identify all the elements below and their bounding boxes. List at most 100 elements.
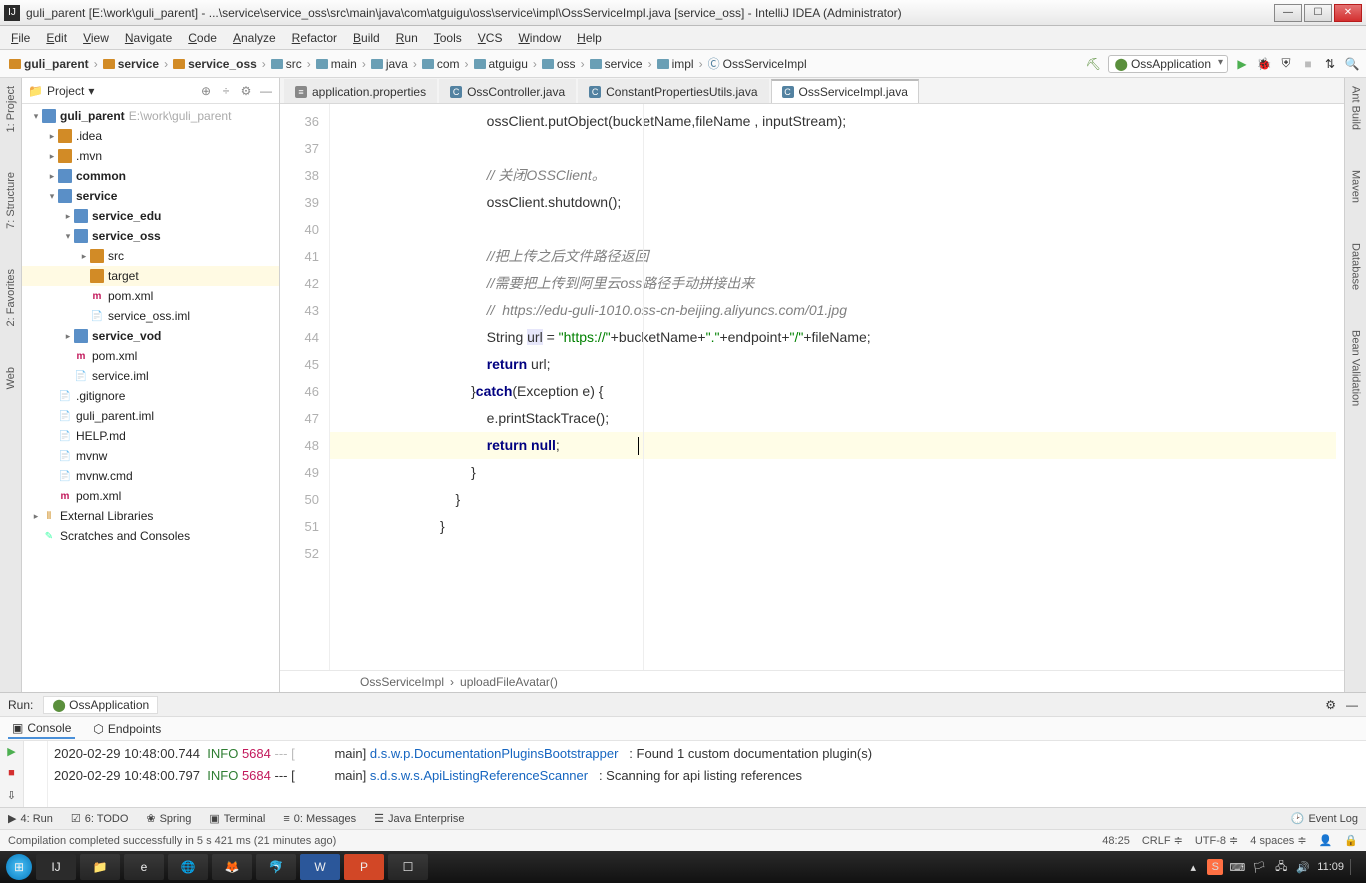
- search-icon[interactable]: 🔍: [1344, 56, 1360, 72]
- line-separator[interactable]: CRLF ≑: [1142, 834, 1183, 847]
- menu-refactor[interactable]: Refactor: [285, 29, 344, 47]
- breadcrumb-oss[interactable]: oss: [539, 56, 579, 72]
- taskbar-app-firefox[interactable]: 🦊: [212, 854, 252, 880]
- close-button[interactable]: ✕: [1334, 4, 1362, 22]
- tree-item-guli_parent-iml[interactable]: 📄guli_parent.iml: [22, 406, 279, 426]
- bt-spring[interactable]: ❀ Spring: [146, 812, 191, 825]
- tree-item-mvnw[interactable]: 📄mvnw: [22, 446, 279, 466]
- collapse-icon[interactable]: ÷: [219, 84, 233, 98]
- bt-java-enterprise[interactable]: ☰ Java Enterprise: [374, 812, 464, 825]
- editor-body[interactable]: 3637383940414243444546474849505152 ossCl…: [280, 104, 1344, 670]
- tray-clock[interactable]: 11:09: [1317, 861, 1344, 873]
- tray-sogou-icon[interactable]: S: [1207, 859, 1223, 875]
- run-hide-icon[interactable]: —: [1346, 698, 1358, 712]
- bt-run[interactable]: ▶ 4: Run: [8, 812, 53, 825]
- tree-item--gitignore[interactable]: 📄.gitignore: [22, 386, 279, 406]
- tree-item-service_oss-iml[interactable]: 📄service_oss.iml: [22, 306, 279, 326]
- right-tab-bean-validation[interactable]: Bean Validation: [1350, 326, 1362, 410]
- menu-tools[interactable]: Tools: [427, 29, 469, 47]
- tree-item--mvn[interactable]: ▸.mvn: [22, 146, 279, 166]
- run-config-tab[interactable]: ⬤ OssApplication: [43, 696, 158, 714]
- breadcrumb-guli_parent[interactable]: guli_parent: [6, 56, 92, 72]
- left-tab-2-favorites[interactable]: 2: Favorites: [5, 265, 17, 330]
- tree-item-common[interactable]: ▸common: [22, 166, 279, 186]
- run-tab-console[interactable]: ▣ Console: [8, 719, 75, 739]
- menu-edit[interactable]: Edit: [39, 29, 74, 47]
- settings-icon[interactable]: ⚙: [239, 84, 253, 98]
- run-icon[interactable]: ▶: [1234, 56, 1250, 72]
- tray-up-icon[interactable]: ▴: [1185, 859, 1201, 875]
- taskbar-app-unknown[interactable]: ☐: [388, 854, 428, 880]
- tray-flag-icon[interactable]: 🏳: [1251, 859, 1267, 875]
- locate-icon[interactable]: ⊕: [199, 84, 213, 98]
- tree-item--idea[interactable]: ▸.idea: [22, 126, 279, 146]
- file-encoding[interactable]: UTF-8 ≑: [1195, 834, 1238, 847]
- tree-item-scratches-and-consoles[interactable]: ✎Scratches and Consoles: [22, 526, 279, 546]
- taskbar-app-chrome[interactable]: 🌐: [168, 854, 208, 880]
- breadcrumb-main[interactable]: main: [313, 56, 360, 72]
- menu-analyze[interactable]: Analyze: [226, 29, 283, 47]
- coverage-icon[interactable]: ⛨: [1278, 56, 1294, 72]
- menu-navigate[interactable]: Navigate: [118, 29, 179, 47]
- breadcrumb-ossserviceimpl[interactable]: ⒸOssServiceImpl: [705, 54, 810, 73]
- run-settings-icon[interactable]: ⚙: [1325, 698, 1336, 712]
- code-editor[interactable]: ossClient.putObject(bucketName,fileName …: [330, 104, 1344, 670]
- lock-icon[interactable]: 🔒: [1344, 834, 1358, 847]
- right-tab-maven[interactable]: Maven: [1350, 166, 1362, 207]
- tree-item-src[interactable]: ▸src: [22, 246, 279, 266]
- stop-run-icon[interactable]: ■: [4, 765, 20, 781]
- taskbar-app-ppt[interactable]: P: [344, 854, 384, 880]
- tree-item-service_vod[interactable]: ▸service_vod: [22, 326, 279, 346]
- tree-item-pom-xml[interactable]: mpom.xml: [22, 286, 279, 306]
- breadcrumb-src[interactable]: src: [268, 56, 305, 72]
- menu-view[interactable]: View: [76, 29, 116, 47]
- bt-todo[interactable]: ☑ 6: TODO: [71, 812, 128, 825]
- taskbar-app-browser[interactable]: e: [124, 854, 164, 880]
- project-view-selector[interactable]: 📁 Project ▾: [28, 84, 94, 98]
- menu-run[interactable]: Run: [389, 29, 425, 47]
- tree-item-service_edu[interactable]: ▸service_edu: [22, 206, 279, 226]
- indent-setting[interactable]: 4 spaces ≑: [1250, 834, 1306, 847]
- taskbar-app-explorer[interactable]: 📁: [80, 854, 120, 880]
- taskbar-app-intellij[interactable]: IJ: [36, 854, 76, 880]
- taskbar-app-mysql[interactable]: 🐬: [256, 854, 296, 880]
- breadcrumb-service_oss[interactable]: service_oss: [170, 56, 260, 72]
- tree-item-help-md[interactable]: 📄HELP.md: [22, 426, 279, 446]
- rerun-icon[interactable]: ▶: [4, 743, 20, 759]
- editor-tab-constantpropertiesutils-java[interactable]: CConstantPropertiesUtils.java: [578, 79, 768, 103]
- editor-tab-application-properties[interactable]: ≡application.properties: [284, 79, 437, 103]
- editor-tab-ossserviceimpl-java[interactable]: COssServiceImpl.java: [771, 79, 919, 103]
- breadcrumb-com[interactable]: com: [419, 56, 463, 72]
- tree-item-pom-xml[interactable]: mpom.xml: [22, 486, 279, 506]
- menu-help[interactable]: Help: [570, 29, 609, 47]
- run-tab-endpoints[interactable]: ⬡ Endpoints: [89, 720, 165, 738]
- menu-window[interactable]: Window: [511, 29, 568, 47]
- menu-vcs[interactable]: VCS: [471, 29, 510, 47]
- run-config-selector[interactable]: ⬤OssApplication: [1108, 55, 1228, 73]
- down-icon[interactable]: ⇩: [4, 787, 20, 803]
- build-icon[interactable]: ⛏: [1086, 56, 1102, 72]
- tree-item-target[interactable]: target: [22, 266, 279, 286]
- tree-item-service-iml[interactable]: 📄service.iml: [22, 366, 279, 386]
- bt-event-log[interactable]: 🕑 Event Log: [1291, 812, 1358, 825]
- tray-volume-icon[interactable]: 🔊: [1295, 859, 1311, 875]
- minimize-button[interactable]: —: [1274, 4, 1302, 22]
- inspection-icon[interactable]: 👤: [1319, 834, 1333, 847]
- left-tab-1-project[interactable]: 1: Project: [5, 82, 17, 136]
- tray-showdesktop[interactable]: [1350, 859, 1360, 875]
- taskbar-app-word[interactable]: W: [300, 854, 340, 880]
- left-tab-7-structure[interactable]: 7: Structure: [5, 168, 17, 233]
- bt-messages[interactable]: ≡ 0: Messages: [283, 813, 356, 825]
- console-output[interactable]: 2020-02-29 10:48:00.744 INFO 5684 --- [ …: [48, 741, 1366, 807]
- tree-item-mvnw-cmd[interactable]: 📄mvnw.cmd: [22, 466, 279, 486]
- start-button[interactable]: ⊞: [6, 854, 32, 880]
- caret-position[interactable]: 48:25: [1102, 835, 1130, 847]
- breadcrumb-service[interactable]: service: [587, 56, 646, 72]
- tray-network-icon[interactable]: 🖧: [1273, 859, 1289, 875]
- editor-breadcrumb[interactable]: OssServiceImpl›uploadFileAvatar(): [280, 670, 1344, 692]
- tree-item-guli_parent[interactable]: ▾guli_parentE:\work\guli_parent: [22, 106, 279, 126]
- right-tab-ant-build[interactable]: Ant Build: [1350, 82, 1362, 134]
- tree-item-service[interactable]: ▾service: [22, 186, 279, 206]
- breadcrumb-impl[interactable]: impl: [654, 56, 697, 72]
- tray-keyboard-icon[interactable]: ⌨: [1229, 859, 1245, 875]
